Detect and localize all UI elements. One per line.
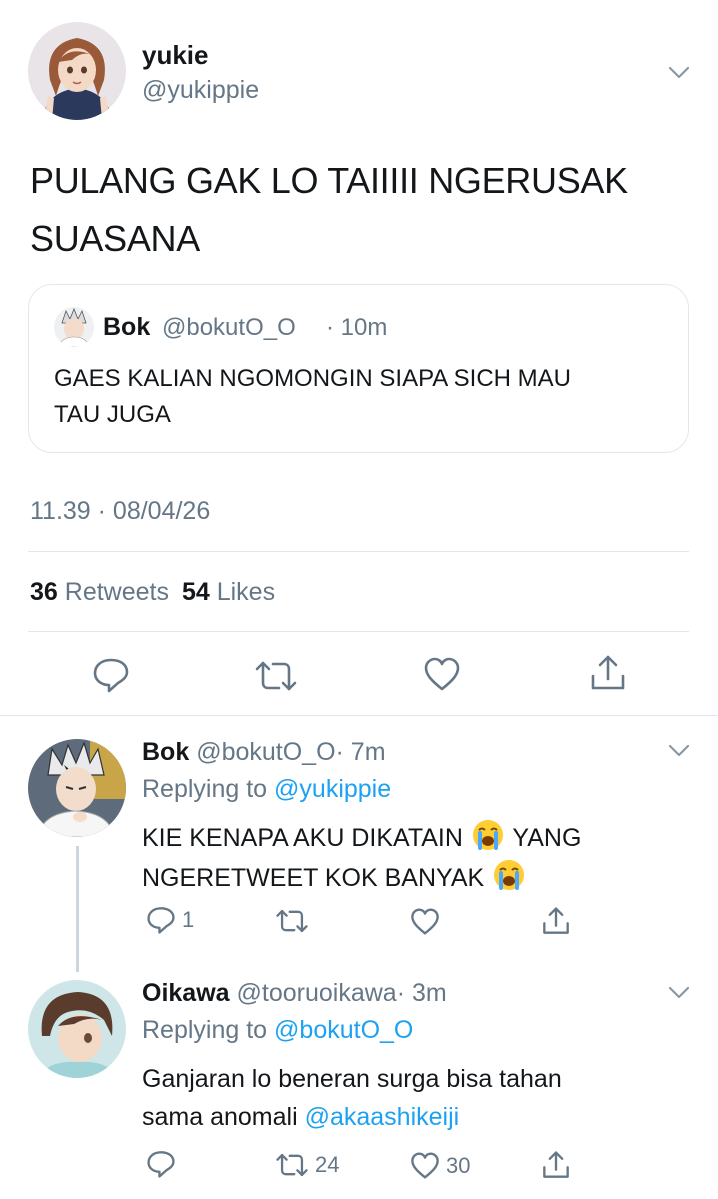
retweet-action[interactable] [275, 908, 315, 934]
divider [28, 631, 689, 632]
replying-to-mention[interactable]: @bokutO_O [274, 1016, 413, 1044]
tweet-text-line: PULANG GAK LO TAIIIII NGERUSAK [30, 160, 628, 201]
retweet-count: 24 [315, 1152, 340, 1177]
reply-action[interactable] [146, 1150, 182, 1178]
like-count: 54 [181, 578, 210, 606]
tweet-stats: 36 Retweets 54 Likes [30, 578, 275, 607]
reply-icon[interactable] [146, 1150, 176, 1178]
likes-stat[interactable]: 54 Likes [182, 578, 275, 606]
reply-icon[interactable] [92, 657, 130, 693]
share-icon[interactable] [590, 654, 626, 692]
quoted-text-line: TAU JUGA [54, 401, 171, 428]
reply-avatar[interactable] [28, 980, 126, 1078]
like-action[interactable] [410, 908, 446, 935]
replying-to-line: Replying to @yukippie [142, 775, 391, 804]
reply-text-segment: NGERETWEET KOK BANYAK [142, 864, 485, 892]
chevron-down-icon[interactable] [668, 66, 690, 80]
reply-avatar[interactable] [28, 739, 126, 837]
retweet-icon[interactable] [275, 908, 309, 934]
share-icon[interactable] [542, 1150, 570, 1180]
reply-text-segment: sama anomali [142, 1103, 298, 1131]
author-display-name[interactable]: yukie [142, 40, 209, 71]
reply-text: KIE KENAPA AKU DIKATAIN YANG NGERETWEET … [142, 818, 581, 898]
mention-link[interactable]: @akaashikeiji [305, 1103, 460, 1131]
reply-text-segment: YANG [512, 824, 582, 852]
chevron-down-icon[interactable] [668, 744, 690, 758]
quoted-time: · 10m [326, 314, 388, 341]
retweets-stat[interactable]: 36 Retweets [30, 578, 176, 606]
quoted-tweet-card[interactable]: Bok @bokutO_O · 10m GAES KALIAN NGOMONGI… [28, 284, 689, 453]
quoted-text-line: GAES KALIAN NGOMONGIN SIAPA SICH MAU [54, 365, 571, 392]
reply-text-segment: KIE KENAPA AKU DIKATAIN [142, 824, 463, 852]
author-avatar[interactable] [28, 22, 126, 120]
reply-text-line: Ganjaran lo beneran surga bisa tahan [142, 1065, 562, 1093]
author-handle[interactable]: @yukippie [142, 76, 259, 105]
tweet-timestamp[interactable]: 11.39 · 08/04/26 [30, 497, 210, 526]
replying-to-prefix: Replying to [142, 1016, 268, 1044]
replying-to-prefix: Replying to [142, 775, 268, 803]
thread-connector-line [76, 846, 79, 972]
retweets-label: Retweets [64, 578, 169, 606]
crying-face-emoji [470, 818, 506, 852]
quoted-handle[interactable]: @bokutO_O [162, 314, 296, 342]
retweet-icon[interactable] [275, 1152, 309, 1178]
quoted-text: GAES KALIAN NGOMONGIN SIAPA SICH MAU TAU… [54, 361, 571, 433]
like-count: 30 [446, 1152, 471, 1178]
like-icon[interactable] [410, 1152, 440, 1179]
tweet-text: PULANG GAK LO TAIIIII NGERUSAK SUASANA [30, 152, 628, 268]
crying-face-emoji [491, 858, 527, 892]
chevron-down-icon[interactable] [668, 986, 690, 1000]
quoted-display-name[interactable]: Bok [103, 313, 150, 342]
reply-handle[interactable]: @bokutO_O [196, 738, 335, 766]
reply-count: 1 [182, 907, 195, 932]
reply-display-name[interactable]: Oikawa [142, 979, 230, 1007]
like-action[interactable]: 30 [410, 1152, 470, 1179]
replying-to-mention[interactable]: @yukippie [274, 775, 391, 803]
reply-icon[interactable] [146, 906, 176, 934]
reply-header: Bok @bokutO_O· 7m [142, 738, 386, 767]
like-icon[interactable] [410, 908, 440, 935]
like-icon[interactable] [423, 657, 461, 691]
retweet-action[interactable]: 24 [275, 1152, 339, 1178]
divider [28, 551, 689, 552]
retweet-icon[interactable] [254, 659, 298, 693]
reply-text: Ganjaran lo beneran surga bisa tahan sam… [142, 1060, 562, 1136]
reply-handle[interactable]: @tooruoikawa [237, 979, 397, 1007]
reply-display-name[interactable]: Bok [142, 738, 189, 766]
quoted-author-avatar [54, 307, 94, 347]
reply-time: · 3m [396, 979, 447, 1007]
replying-to-line: Replying to @bokutO_O [142, 1016, 413, 1045]
retweet-count: 36 [30, 578, 58, 606]
share-icon[interactable] [542, 906, 570, 936]
reply-header: Oikawa @tooruoikawa· 3m [142, 979, 447, 1008]
reply-time: · 7m [335, 738, 386, 766]
tweet-text-line: SUASANA [30, 218, 200, 259]
likes-label: Likes [216, 578, 276, 606]
divider [0, 715, 718, 716]
reply-action[interactable]: 1 [146, 906, 194, 934]
